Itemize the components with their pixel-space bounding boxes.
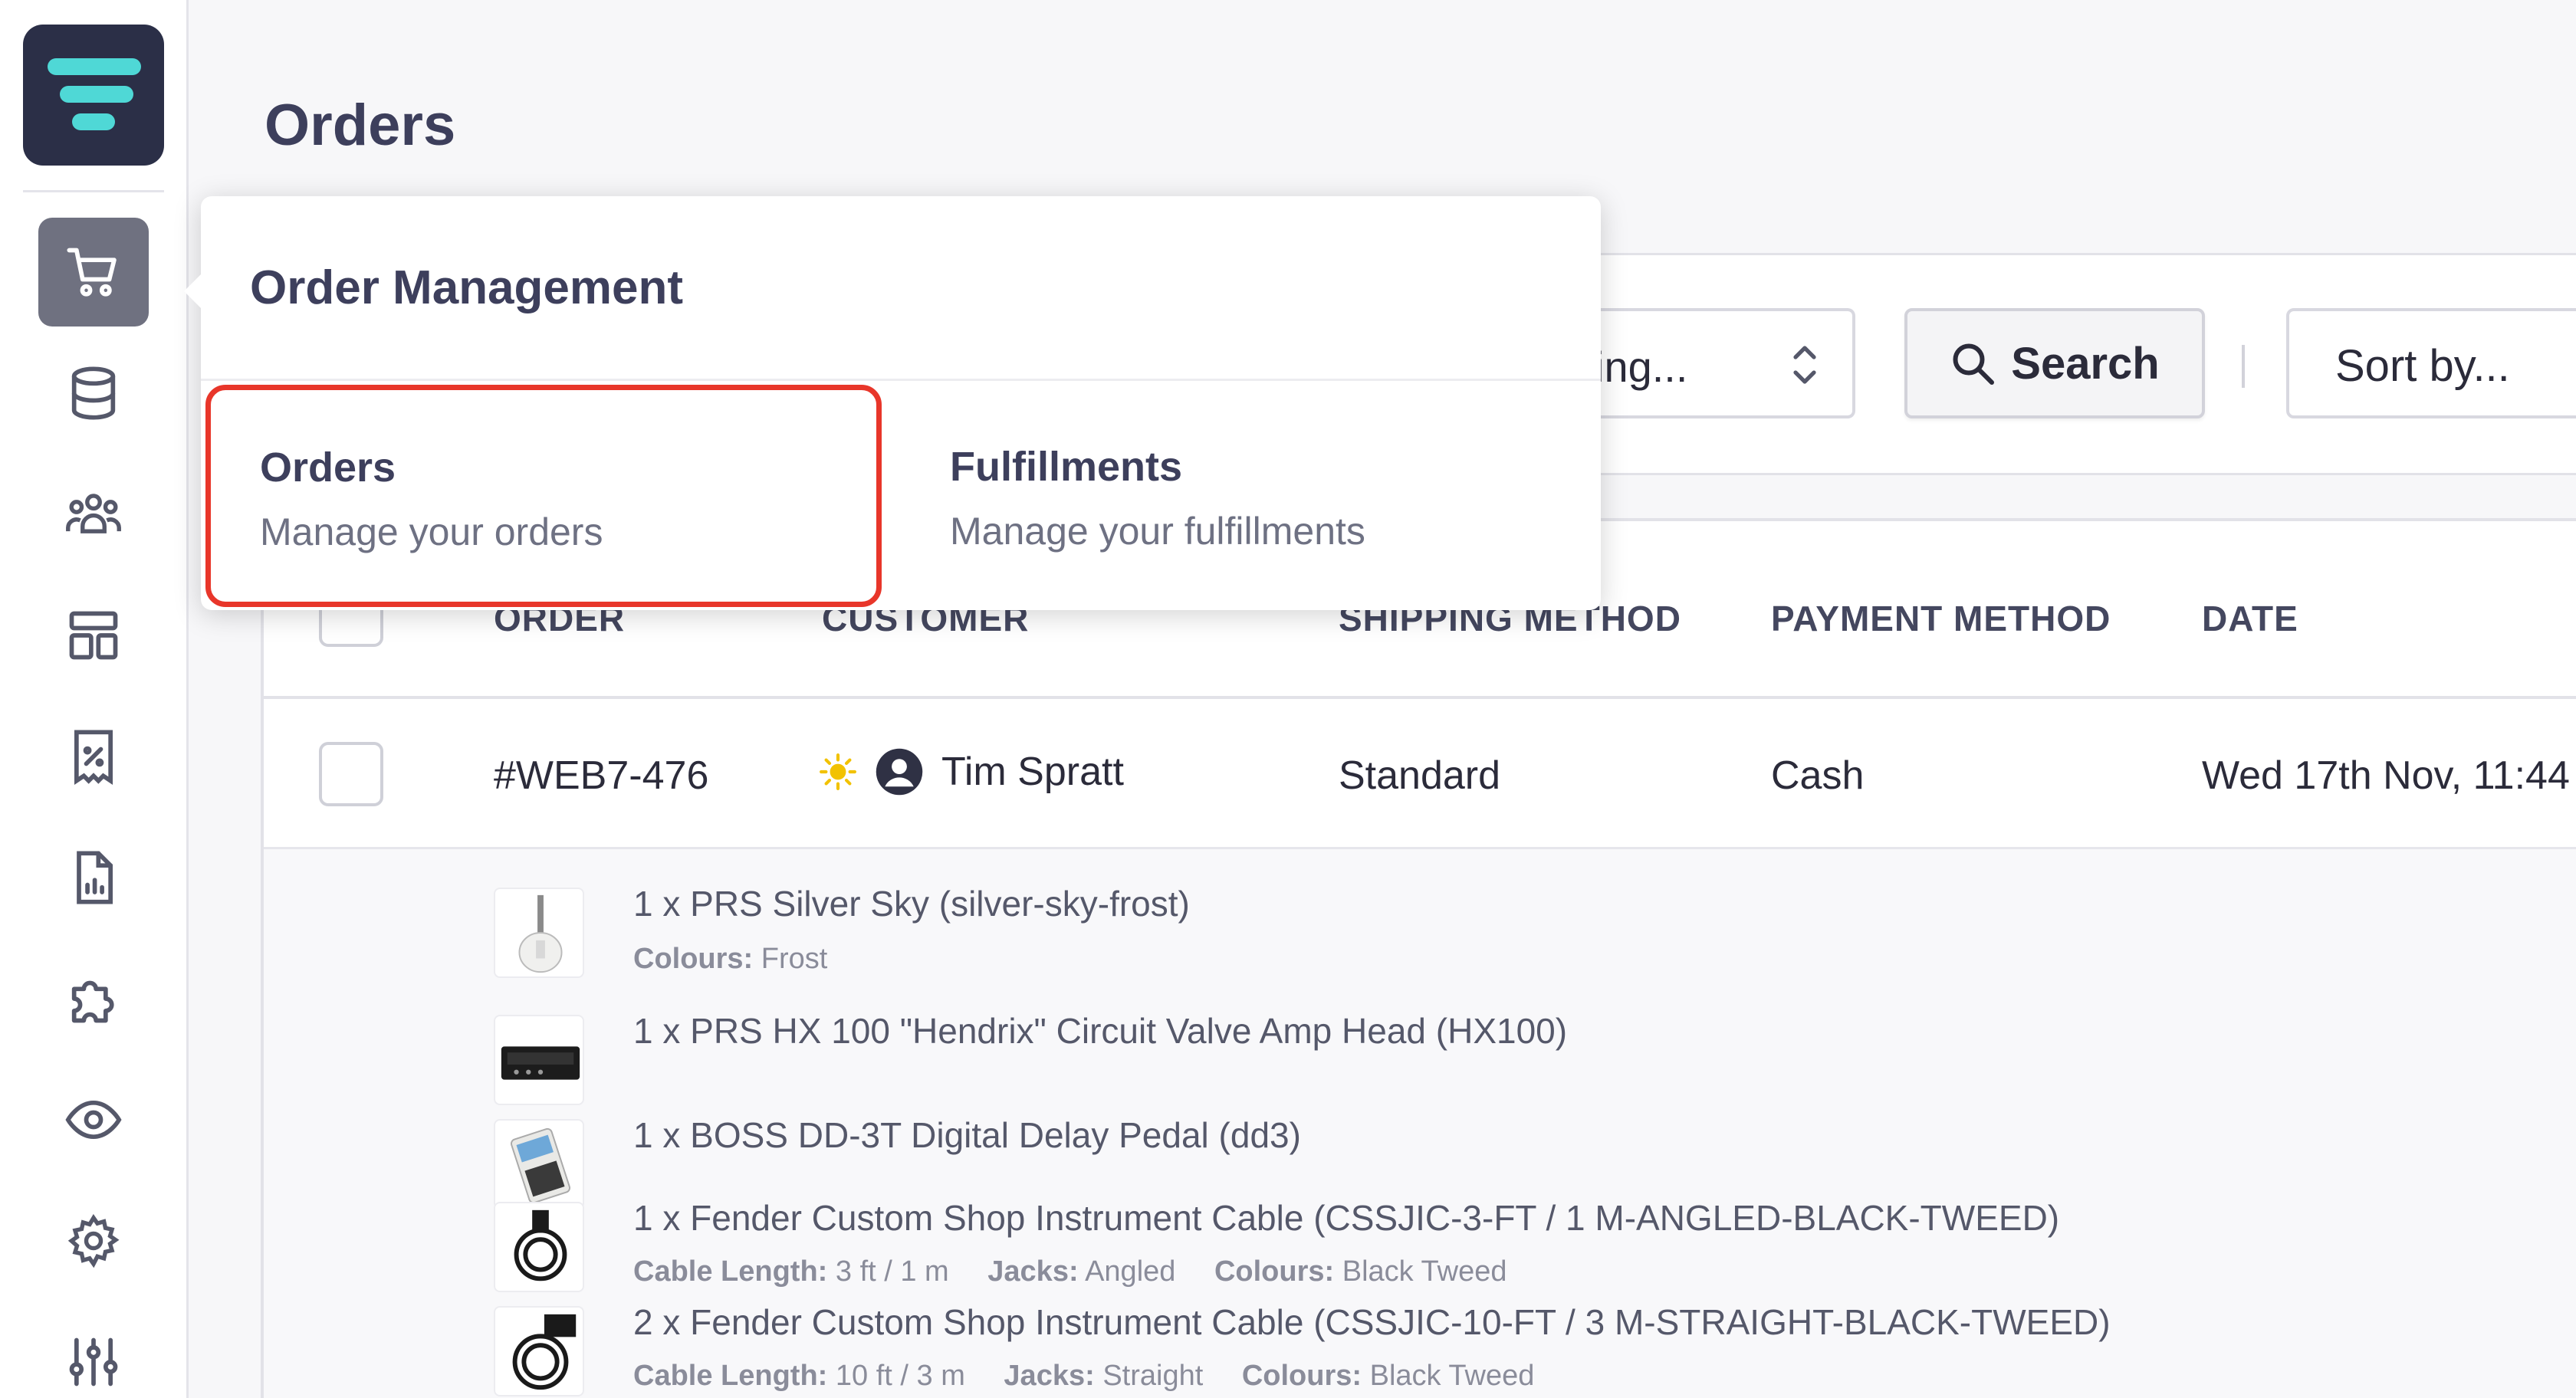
eye-icon — [65, 1100, 122, 1140]
nav-preview[interactable] — [38, 1065, 149, 1174]
sidebar-divider — [23, 190, 164, 192]
layout-icon — [69, 611, 118, 660]
popover-title: Order Management — [250, 261, 684, 314]
nav-database[interactable] — [38, 339, 149, 448]
nav-plugins[interactable] — [38, 944, 149, 1053]
sliders-icon — [69, 1337, 118, 1387]
users-group-icon — [66, 494, 121, 533]
popover-divider — [201, 379, 1601, 381]
logo-icon — [48, 58, 141, 130]
menu-item-orders[interactable]: Orders Manage your orders — [205, 385, 882, 607]
nav-customers[interactable] — [38, 460, 149, 569]
nav-reports[interactable] — [38, 823, 149, 932]
nav-settings[interactable] — [38, 1186, 149, 1295]
report-document-icon — [77, 851, 113, 904]
database-icon — [71, 366, 116, 420]
gear-icon — [67, 1213, 120, 1268]
app-logo[interactable] — [23, 25, 164, 166]
puzzle-plugin-icon — [71, 980, 114, 1023]
menu-item-fulfillments-description: Manage your fulfillments — [950, 510, 1365, 553]
nav-discounts[interactable] — [38, 702, 149, 811]
nav-orders[interactable] — [38, 218, 149, 327]
menu-item-fulfillments-label: Fulfillments — [950, 444, 1183, 490]
discount-receipt-icon — [74, 730, 113, 785]
nav-adjustments[interactable] — [38, 1308, 149, 1398]
order-management-popover: Order Management Orders Manage your orde… — [184, 196, 1601, 610]
menu-item-fulfillments[interactable]: Fulfillments Manage your fulfillments — [891, 385, 1581, 607]
nav-layout[interactable] — [38, 581, 149, 690]
shopping-cart-icon — [67, 248, 117, 297]
popover-arrow — [184, 271, 204, 311]
sidebar — [0, 0, 189, 1398]
menu-item-orders-description: Manage your orders — [260, 510, 603, 553]
menu-item-orders-label: Orders — [260, 445, 396, 491]
